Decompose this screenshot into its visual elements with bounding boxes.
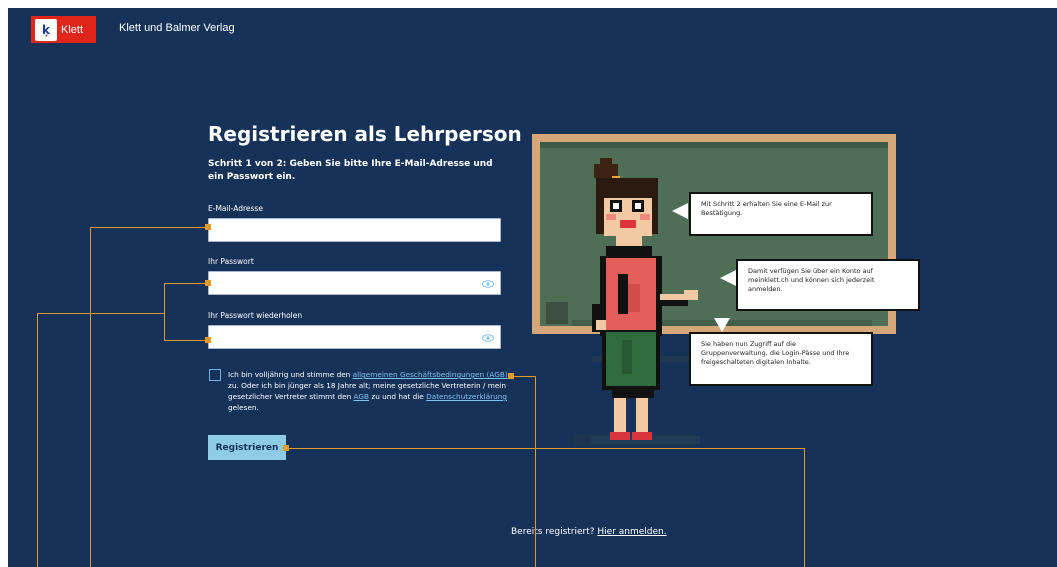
annotation-line [164,340,208,341]
password-repeat-field[interactable] [208,325,501,349]
annotation-line [90,227,208,228]
annotation-line [164,283,165,341]
bubble-tail [720,270,736,286]
eye-icon[interactable] [482,278,494,290]
speech-bubble-1: Mit Schritt 2 erhalten Sie eine E-Mail z… [689,192,873,236]
page-title: Registrieren als Lehrperson [208,122,522,146]
annotation-line [90,227,91,567]
chalkboard-shadow [540,142,888,148]
agb-link[interactable]: allgemeinen Geschäftsbedingungen (AGB) [353,370,508,379]
speech-bubble-text: Mit Schritt 2 erhalten Sie eine E-Mail z… [701,200,832,217]
annotation-line [511,376,536,377]
login-link[interactable]: Hier anmelden. [597,527,666,537]
annotation-marker [205,280,211,286]
page-subtitle: Schritt 1 von 2: Geben Sie bitte Ihre E-… [208,159,493,182]
terms-checkbox[interactable] [209,369,221,381]
password-repeat-label: Ihr Passwort wiederholen [208,311,303,320]
eye-icon[interactable] [482,332,494,344]
email-field[interactable] [208,218,501,242]
terms-text-part: gelesen. [228,403,259,412]
annotation-line [535,376,536,567]
publisher-name: Klett und Balmer Verlag [119,22,235,34]
annotation-marker [508,373,514,379]
password-label: Ihr Passwort [208,257,254,266]
logo-text: Klett [61,23,84,36]
annotation-line [286,448,805,449]
register-button[interactable]: Registrieren [208,435,286,460]
speech-bubble-text: Damit verfügen Sie über ein Konto auf me… [748,267,875,293]
annotation-marker [283,445,289,451]
speech-bubble-3: Sie haben nun Zugriff auf die Gruppenver… [689,332,873,386]
klett-logo[interactable]: ķ Klett [31,16,96,43]
annotation-marker [205,224,211,230]
login-prompt-text: Bereits registriert? [511,527,598,537]
speech-bubble-2: Damit verfügen Sie über ein Konto auf me… [736,259,920,311]
speech-bubble-text: Sie haben nun Zugriff auf die Gruppenver… [701,340,850,366]
annotation-marker [205,337,211,343]
agb-short-link[interactable]: AGB [354,392,370,401]
bubble-tail [672,203,688,219]
password-field[interactable] [208,271,501,295]
registration-page: ķ Klett Klett und Balmer Verlag Registri… [8,8,1057,567]
annotation-line [164,283,208,284]
terms-text-part: Ich bin volljährig und stimme den [228,370,353,379]
terms-text: Ich bin volljährig und stimme den allgem… [228,369,514,413]
chalkboard-corner [546,302,568,324]
header: ķ Klett Klett und Balmer Verlag [8,8,1057,50]
privacy-link[interactable]: Datenschutzerklärung [426,392,507,401]
terms-text-part: zu und hat die [369,392,427,401]
bubble-tail [714,318,730,332]
annotation-line [37,313,38,567]
klett-logo-icon: ķ [35,18,57,41]
email-label: E-Mail-Adresse [208,204,263,213]
annotation-line [37,313,165,314]
annotation-line [804,448,805,567]
